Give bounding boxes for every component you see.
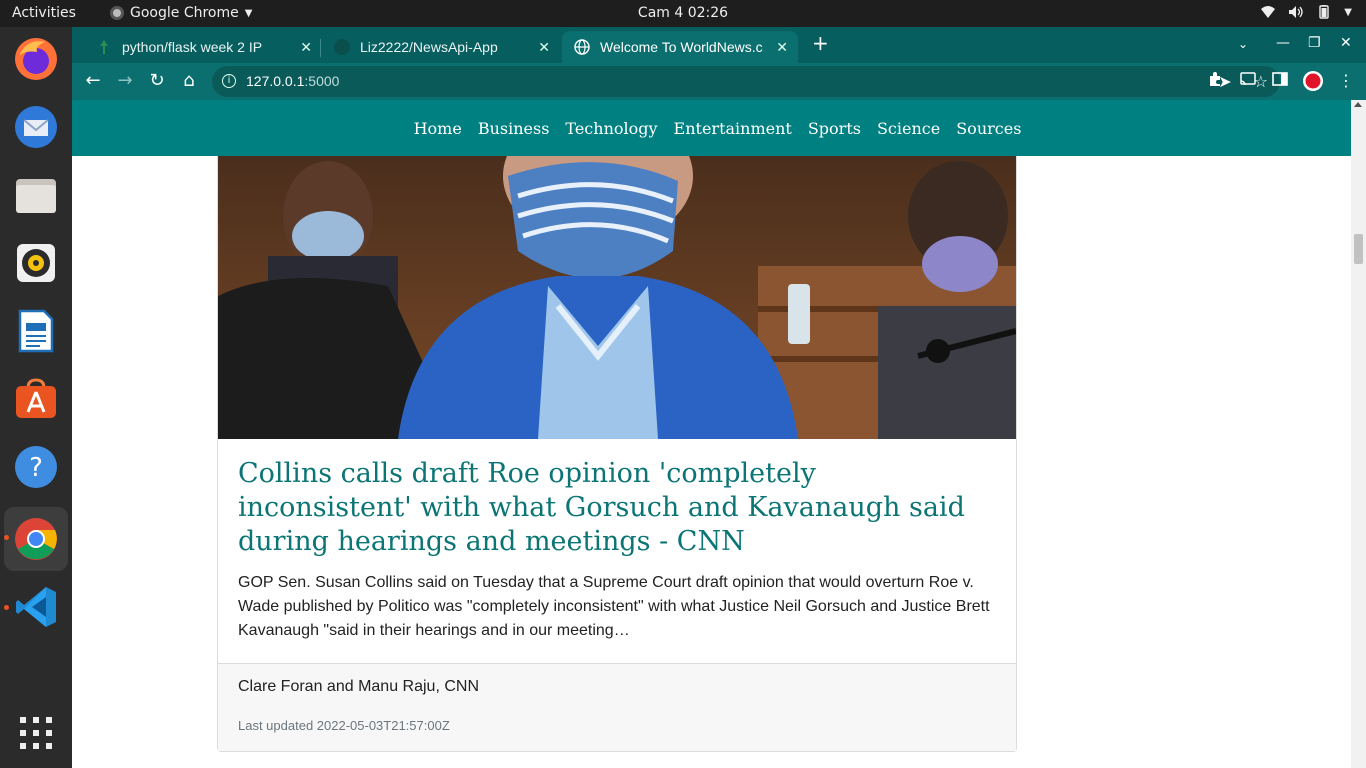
caret-down-icon: ▼ — [244, 7, 253, 19]
back-button[interactable]: ← — [82, 71, 104, 93]
minimize-button[interactable]: — — [1276, 35, 1290, 51]
app-grid-icon[interactable] — [12, 709, 60, 757]
wifi-icon — [1261, 6, 1276, 18]
chrome-small-icon — [110, 6, 124, 20]
article-image[interactable] — [218, 156, 1016, 439]
system-tray[interactable]: ▼ — [1260, 5, 1352, 19]
address-bar[interactable]: i 127.0.0.1:5000 ➤ ☆ — [212, 66, 1280, 97]
forward-button[interactable]: → — [114, 71, 136, 93]
url-host: 127.0.0.1 — [246, 73, 305, 89]
system-top-bar: Activities Google Chrome ▼ Cam 4 02:26 ▼ — [0, 0, 1366, 27]
tab-title: python/flask week 2 IP — [122, 39, 263, 55]
url-text[interactable]: 127.0.0.1:5000 — [246, 73, 339, 89]
home-icon[interactable]: ⌂ — [178, 71, 200, 93]
reload-button[interactable]: ↻ — [146, 71, 168, 93]
page-viewport: Home Business Technology Entertainment S… — [72, 100, 1366, 768]
browser-toolbar: ← → ↻ ⌂ i 127.0.0.1:5000 ➤ ☆ ⋮ — [72, 63, 1366, 100]
tab-worldnews[interactable]: Welcome To WorldNews.c ✕ — [562, 31, 798, 63]
volume-icon — [1289, 6, 1303, 18]
cast-icon[interactable] — [1239, 71, 1257, 87]
scrollbar-thumb[interactable] — [1354, 234, 1363, 264]
app-menu-label: Google Chrome — [130, 5, 239, 21]
nav-sports[interactable]: Sports — [808, 119, 861, 138]
nav-technology[interactable]: Technology — [565, 119, 657, 138]
close-tab-icon[interactable]: ✕ — [538, 39, 550, 56]
tab-title: Liz2222/NewsApi-App — [360, 39, 498, 55]
url-port: :5000 — [304, 73, 340, 89]
article-title[interactable]: Collins calls draft Roe opinion 'complet… — [238, 457, 996, 559]
app-menu[interactable]: Google Chrome ▼ — [110, 5, 252, 21]
vscode-icon[interactable] — [12, 583, 60, 631]
nav-home[interactable]: Home — [414, 119, 462, 138]
nav-science[interactable]: Science — [877, 119, 940, 138]
article-body: Collins calls draft Roe opinion 'complet… — [218, 439, 1016, 663]
article-updated: Last updated 2022-05-03T21:57:00Z — [238, 718, 450, 733]
tab-strip: python/flask week 2 IP ✕ Liz2222/NewsApi… — [72, 27, 1366, 63]
article-card: Collins calls draft Roe opinion 'complet… — [217, 156, 1017, 752]
chrome-icon[interactable] — [4, 507, 68, 571]
github-favicon-icon — [334, 39, 350, 55]
tree-favicon-icon — [100, 40, 108, 54]
article-description: GOP Sen. Susan Collins said on Tuesday t… — [238, 574, 990, 639]
globe-favicon-icon — [574, 39, 590, 55]
running-indicator — [4, 535, 9, 540]
extensions-icon[interactable] — [1207, 71, 1223, 87]
article-footer: Clare Foran and Manu Raju, CNN Last upda… — [218, 663, 1016, 751]
activities-button[interactable]: Activities — [12, 5, 76, 21]
tab-separator — [320, 39, 321, 57]
restore-button[interactable]: ❐ — [1308, 35, 1321, 51]
rhythmbox-icon[interactable] — [12, 239, 60, 287]
thunderbird-icon[interactable] — [12, 103, 60, 151]
svg-text:?: ? — [29, 453, 43, 483]
close-window-button[interactable]: ✕ — [1340, 35, 1352, 51]
side-panel-icon[interactable] — [1272, 71, 1288, 87]
page-scrollbar[interactable] — [1351, 100, 1366, 768]
help-icon[interactable]: ? — [12, 443, 60, 491]
dock: ? — [0, 27, 72, 768]
tab-title: Welcome To WorldNews.c — [600, 39, 763, 55]
running-indicator — [4, 605, 9, 610]
site-navbar: Home Business Technology Entertainment S… — [72, 100, 1351, 156]
article-author: Clare Foran and Manu Raju, CNN — [238, 678, 479, 695]
software-icon[interactable] — [12, 375, 60, 423]
writer-icon[interactable] — [12, 307, 60, 355]
nav-business[interactable]: Business — [478, 119, 550, 138]
nav-entertainment[interactable]: Entertainment — [674, 119, 792, 138]
battery-icon — [1319, 5, 1329, 19]
scroll-up-arrow-icon[interactable] — [1354, 102, 1362, 107]
close-tab-icon[interactable]: ✕ — [776, 39, 788, 56]
tab-search-icon[interactable]: ⌄ — [1238, 37, 1248, 51]
caret-down-icon: ▼ — [1344, 6, 1352, 18]
tab-flask-week[interactable]: python/flask week 2 IP ✕ — [84, 31, 322, 63]
kebab-menu-icon[interactable]: ⋮ — [1338, 71, 1354, 90]
site-info-icon[interactable]: i — [222, 74, 236, 88]
firefox-icon[interactable] — [12, 35, 60, 83]
files-icon[interactable] — [12, 171, 60, 219]
new-tab-button[interactable]: + — [812, 31, 829, 55]
nav-sources[interactable]: Sources — [956, 119, 1021, 138]
close-tab-icon[interactable]: ✕ — [300, 39, 312, 56]
tab-github[interactable]: Liz2222/NewsApi-App ✕ — [322, 31, 560, 63]
profile-avatar[interactable] — [1302, 70, 1324, 92]
